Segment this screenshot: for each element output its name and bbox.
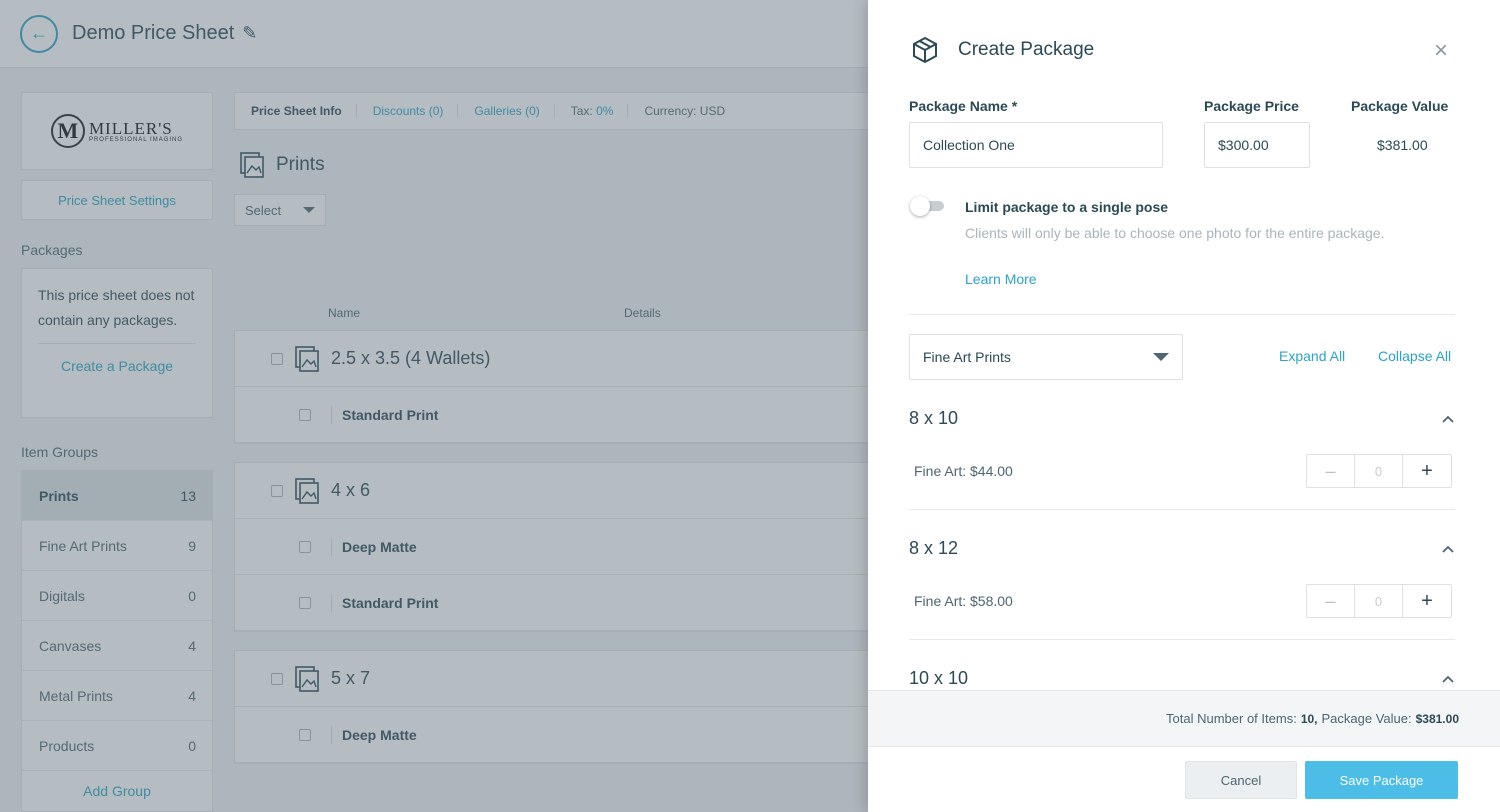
decrement-button[interactable]: – — [1307, 585, 1355, 617]
divider — [909, 314, 1455, 315]
size-heading[interactable]: 8 x 10 — [909, 408, 958, 429]
single-pose-description: Clients will only be able to choose one … — [965, 225, 1385, 241]
package-summary-bar: Total Number of Items: 10, Package Value… — [868, 690, 1500, 746]
drawer-footer: Cancel Save Package — [868, 746, 1500, 812]
chevron-up-icon[interactable] — [1441, 412, 1455, 426]
cancel-button[interactable]: Cancel — [1185, 761, 1297, 799]
package-value-amount: $381.00 — [1377, 137, 1428, 153]
drawer-header: Create Package — [912, 36, 1094, 64]
create-package-drawer: Create Package × Package Name * Collecti… — [868, 0, 1500, 812]
quantity-input[interactable]: 0 — [1355, 455, 1403, 487]
decrement-button[interactable]: – — [1307, 455, 1355, 487]
size-heading[interactable]: 10 x 10 — [909, 668, 968, 689]
divider — [909, 509, 1455, 510]
single-pose-toggle[interactable] — [910, 196, 944, 216]
chevron-up-icon[interactable] — [1441, 542, 1455, 556]
package-box-icon — [913, 36, 937, 64]
save-package-button[interactable]: Save Package — [1305, 761, 1458, 799]
drawer-title: Create Package — [958, 39, 1095, 60]
quantity-input[interactable]: 0 — [1355, 585, 1403, 617]
item-group-select-value: Fine Art Prints — [923, 349, 1011, 365]
size-heading[interactable]: 8 x 12 — [909, 538, 958, 559]
package-name-label: Package Name * — [909, 98, 1018, 114]
close-icon[interactable]: × — [1430, 39, 1452, 63]
quantity-stepper: – 0 + — [1306, 454, 1452, 488]
package-price-label: Package Price — [1204, 98, 1299, 114]
package-name-input[interactable]: Collection One — [909, 122, 1163, 168]
toggle-knob — [910, 196, 930, 216]
collapse-all-link[interactable]: Collapse All — [1378, 348, 1451, 364]
learn-more-link[interactable]: Learn More — [965, 271, 1037, 287]
increment-button[interactable]: + — [1403, 455, 1451, 487]
total-items-value: 10, — [1300, 711, 1318, 726]
package-price-input[interactable]: $300.00 — [1204, 122, 1310, 168]
caret-down-icon — [1153, 353, 1169, 361]
summary-value-label: Package Value: — [1321, 711, 1412, 726]
item-price-label: Fine Art: $44.00 — [914, 463, 1013, 479]
summary-value-amount: $381.00 — [1415, 711, 1459, 726]
single-pose-title: Limit package to a single pose — [965, 199, 1169, 215]
item-group-select[interactable]: Fine Art Prints — [909, 334, 1183, 380]
expand-all-link[interactable]: Expand All — [1279, 348, 1345, 364]
package-value-label: Package Value — [1351, 98, 1449, 114]
total-items-label: Total Number of Items: — [1166, 711, 1297, 726]
chevron-up-icon[interactable] — [1441, 672, 1455, 686]
divider — [909, 639, 1455, 640]
quantity-stepper: – 0 + — [1306, 584, 1452, 618]
item-price-label: Fine Art: $58.00 — [914, 593, 1013, 609]
modal-backdrop[interactable] — [0, 0, 868, 812]
increment-button[interactable]: + — [1403, 585, 1451, 617]
